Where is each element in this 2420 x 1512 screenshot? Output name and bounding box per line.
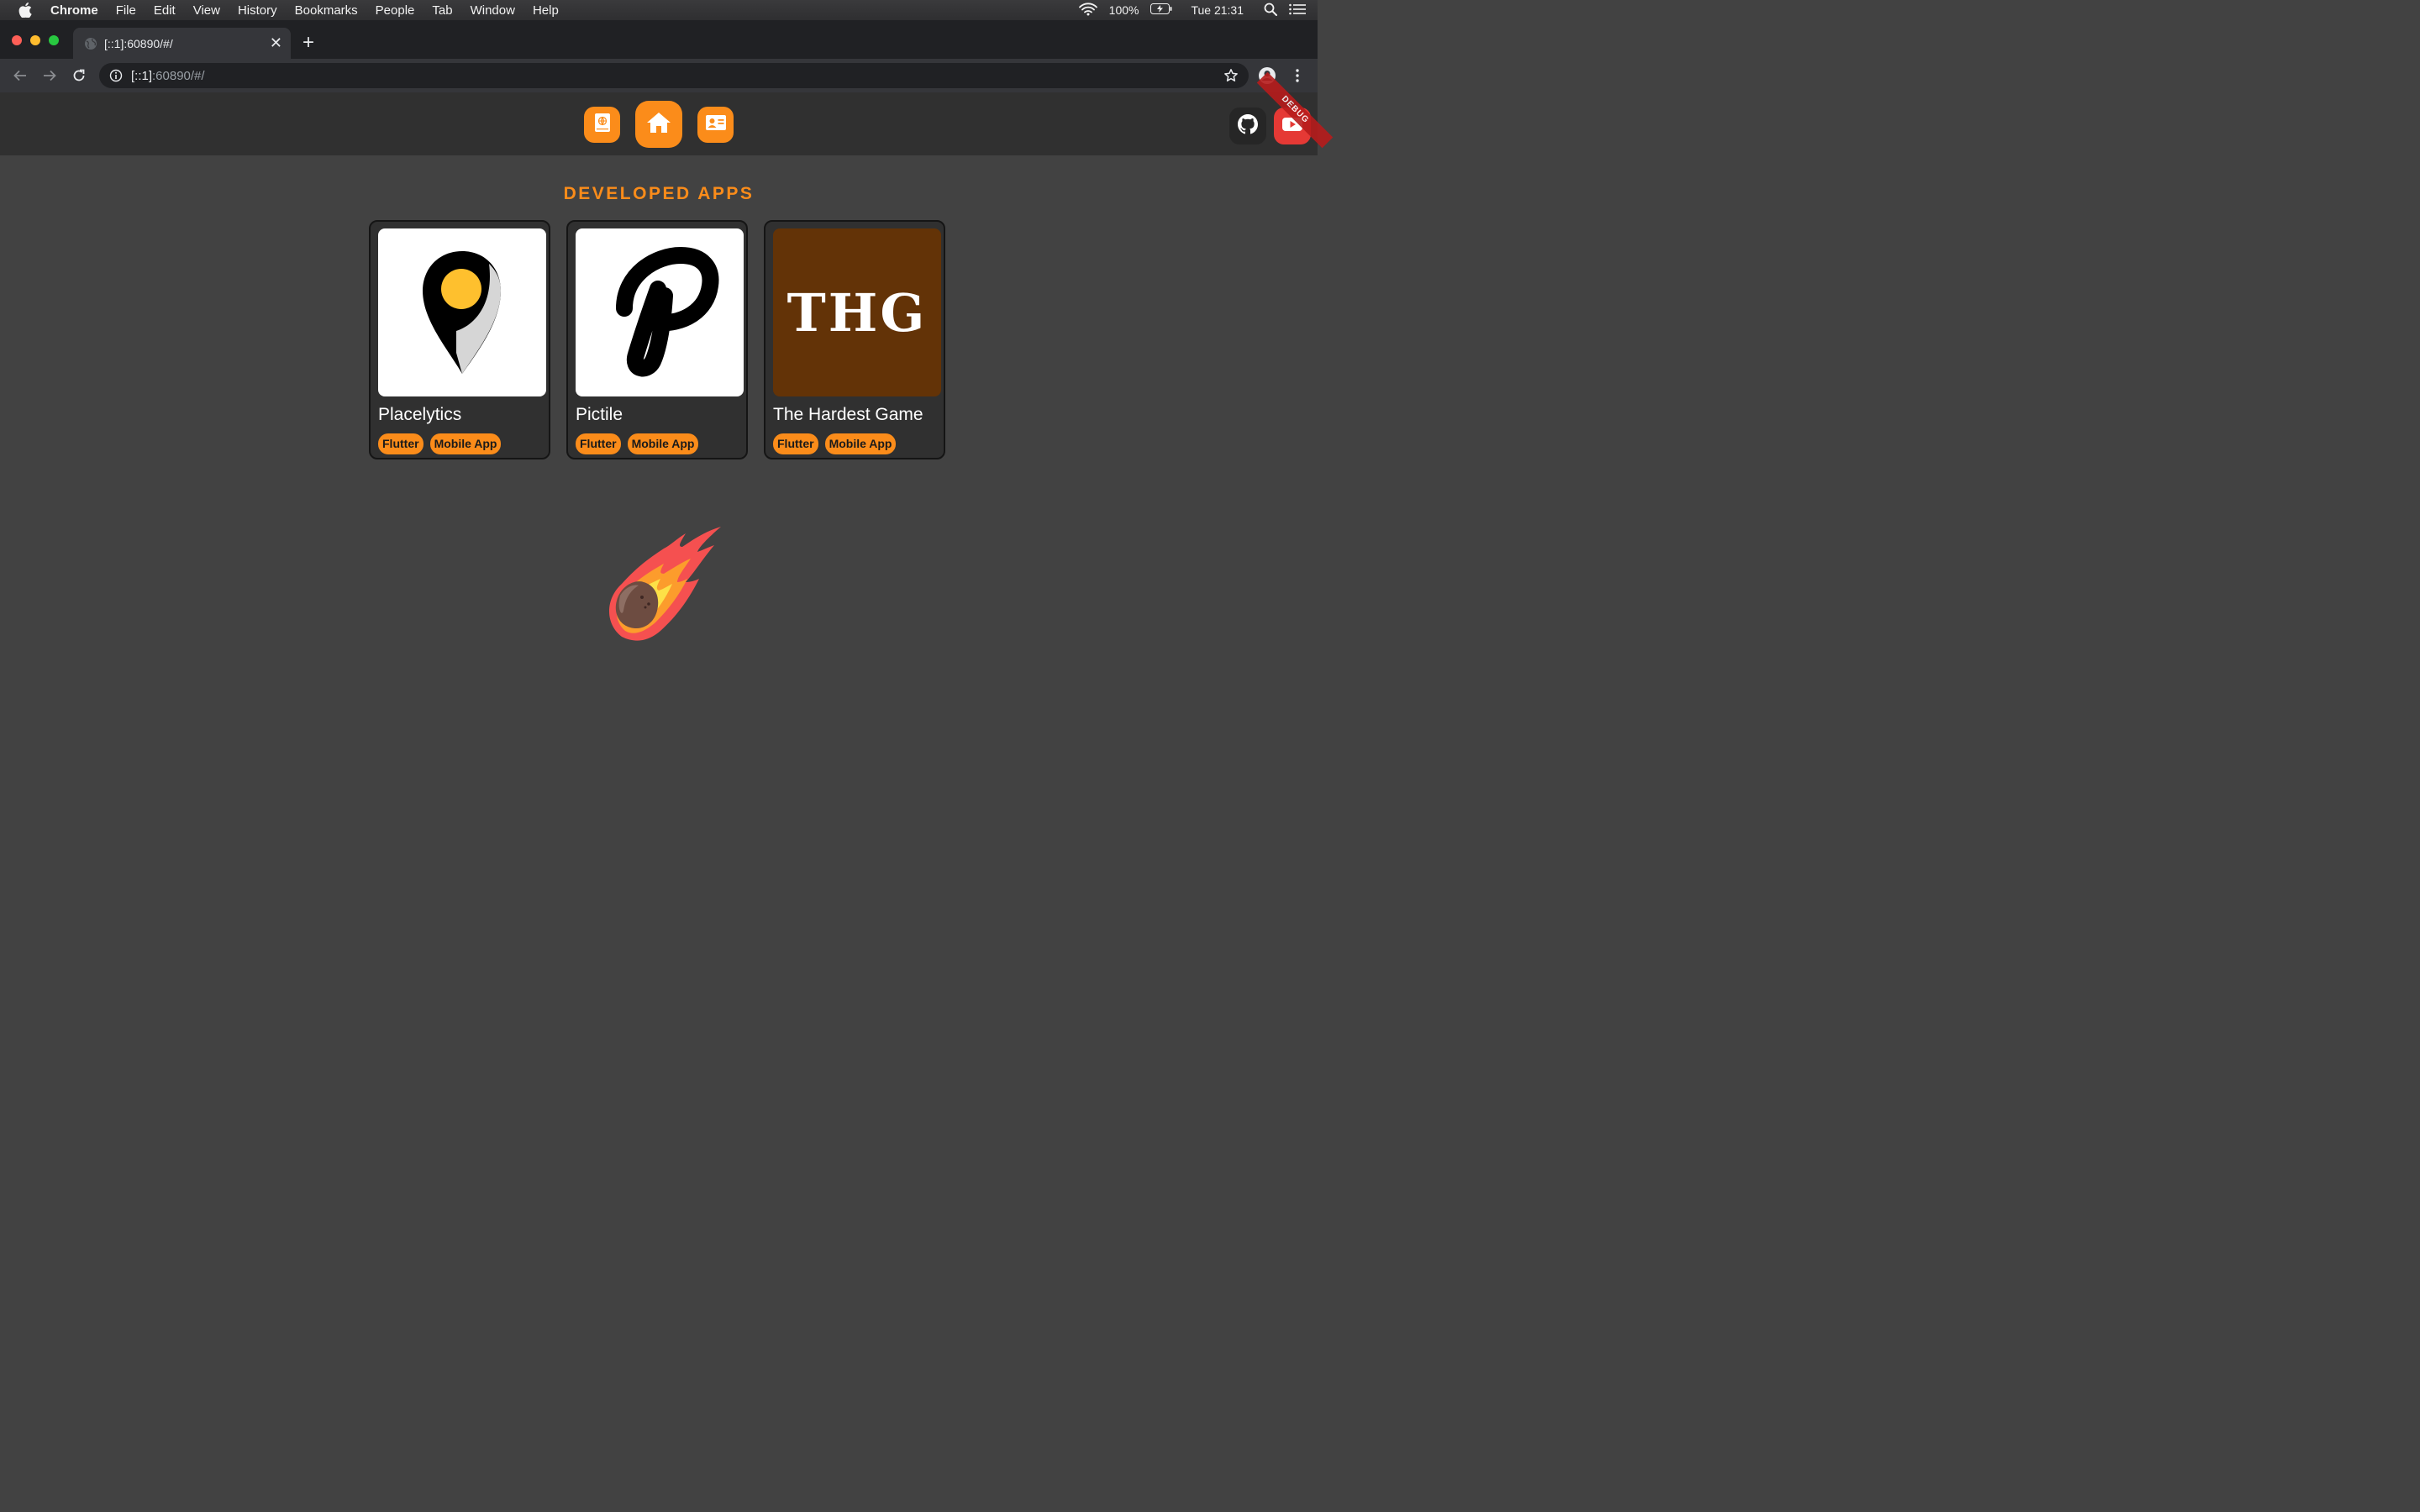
menu-bar: Chrome File Edit View History Bookmarks … xyxy=(0,0,1318,20)
url-path: :60890/#/ xyxy=(152,68,205,83)
wifi-icon[interactable] xyxy=(1078,2,1097,18)
menubar-clock[interactable]: Tue 21:31 xyxy=(1191,3,1244,17)
spotlight-search-icon[interactable] xyxy=(1264,3,1277,18)
app-card-pictile[interactable]: Pictile Flutter Mobile App xyxy=(566,220,748,459)
tab-close-icon[interactable]: ✕ xyxy=(270,35,282,50)
meteor-illustration xyxy=(605,523,727,649)
contact-button[interactable] xyxy=(697,107,734,143)
reload-button[interactable] xyxy=(70,66,88,85)
menu-view[interactable]: View xyxy=(193,3,220,18)
placelytics-logo xyxy=(378,228,546,396)
menu-people[interactable]: People xyxy=(376,3,415,18)
tag-list: Flutter Mobile App xyxy=(773,433,897,454)
app-name: The Hardest Game xyxy=(773,405,923,424)
chrome-menu-icon[interactable] xyxy=(1288,66,1307,85)
apple-icon[interactable] xyxy=(18,3,34,18)
battery-icon[interactable] xyxy=(1150,3,1172,17)
about-icon xyxy=(593,113,612,137)
globe-icon xyxy=(84,37,97,50)
about-button[interactable] xyxy=(584,107,620,143)
app-name: Placelytics xyxy=(378,405,462,424)
menu-file[interactable]: File xyxy=(116,3,136,18)
tag-chip[interactable]: Flutter xyxy=(378,433,424,454)
menu-help[interactable]: Help xyxy=(533,3,559,18)
back-button[interactable] xyxy=(11,66,29,85)
tag-chip[interactable]: Mobile App xyxy=(627,433,699,454)
menu-bookmarks[interactable]: Bookmarks xyxy=(295,3,358,18)
tag-list: Flutter Mobile App xyxy=(576,433,699,454)
pictile-logo xyxy=(576,228,744,396)
address-url[interactable]: [::1]:60890/#/ xyxy=(131,69,205,83)
tab-title: [::1]:60890/#/ xyxy=(104,36,173,50)
url-host: [::1] xyxy=(131,68,153,83)
bookmark-star-icon[interactable] xyxy=(1223,68,1239,87)
tag-chip[interactable]: Mobile App xyxy=(824,433,897,454)
app-name: Pictile xyxy=(576,405,623,424)
menu-window[interactable]: Window xyxy=(471,3,515,18)
home-button[interactable] xyxy=(635,101,682,148)
thg-logo-text: THG xyxy=(786,281,928,344)
window-close-button[interactable] xyxy=(12,35,22,45)
tag-list: Flutter Mobile App xyxy=(378,433,502,454)
battery-percent: 100% xyxy=(1108,3,1139,17)
home-icon xyxy=(645,111,672,139)
forward-button[interactable] xyxy=(40,66,59,85)
status-area: 100% Tue 21:31 xyxy=(1078,0,1306,20)
section-title: DEVELOPED APPS xyxy=(563,184,755,203)
github-button[interactable] xyxy=(1229,108,1266,144)
browser-toolbar: [::1]:60890/#/ xyxy=(0,59,1318,92)
menu-chrome[interactable]: Chrome xyxy=(50,3,98,18)
menu-edit[interactable]: Edit xyxy=(154,3,176,18)
address-bar[interactable]: [::1]:60890/#/ xyxy=(99,63,1249,88)
menu-tab[interactable]: Tab xyxy=(432,3,452,18)
site-info-icon[interactable] xyxy=(109,69,123,82)
browser-tab[interactable]: [::1]:60890/#/ ✕ xyxy=(73,28,291,59)
window-zoom-button[interactable] xyxy=(49,35,59,45)
tag-chip[interactable]: Flutter xyxy=(576,433,621,454)
github-icon xyxy=(1238,113,1258,139)
new-tab-button[interactable]: + xyxy=(302,32,314,54)
tag-chip[interactable]: Mobile App xyxy=(429,433,502,454)
tag-chip[interactable]: Flutter xyxy=(773,433,818,454)
app-card-the-hardest-game[interactable]: THG The Hardest Game Flutter Mobile App xyxy=(764,220,945,459)
app-card-placelytics[interactable]: Placelytics Flutter Mobile App xyxy=(369,220,550,459)
window-minimize-button[interactable] xyxy=(30,35,40,45)
contact-card-icon xyxy=(705,114,727,135)
menu-history[interactable]: History xyxy=(238,3,277,18)
notification-center-icon[interactable] xyxy=(1289,3,1306,18)
thg-logo: THG xyxy=(773,228,941,396)
